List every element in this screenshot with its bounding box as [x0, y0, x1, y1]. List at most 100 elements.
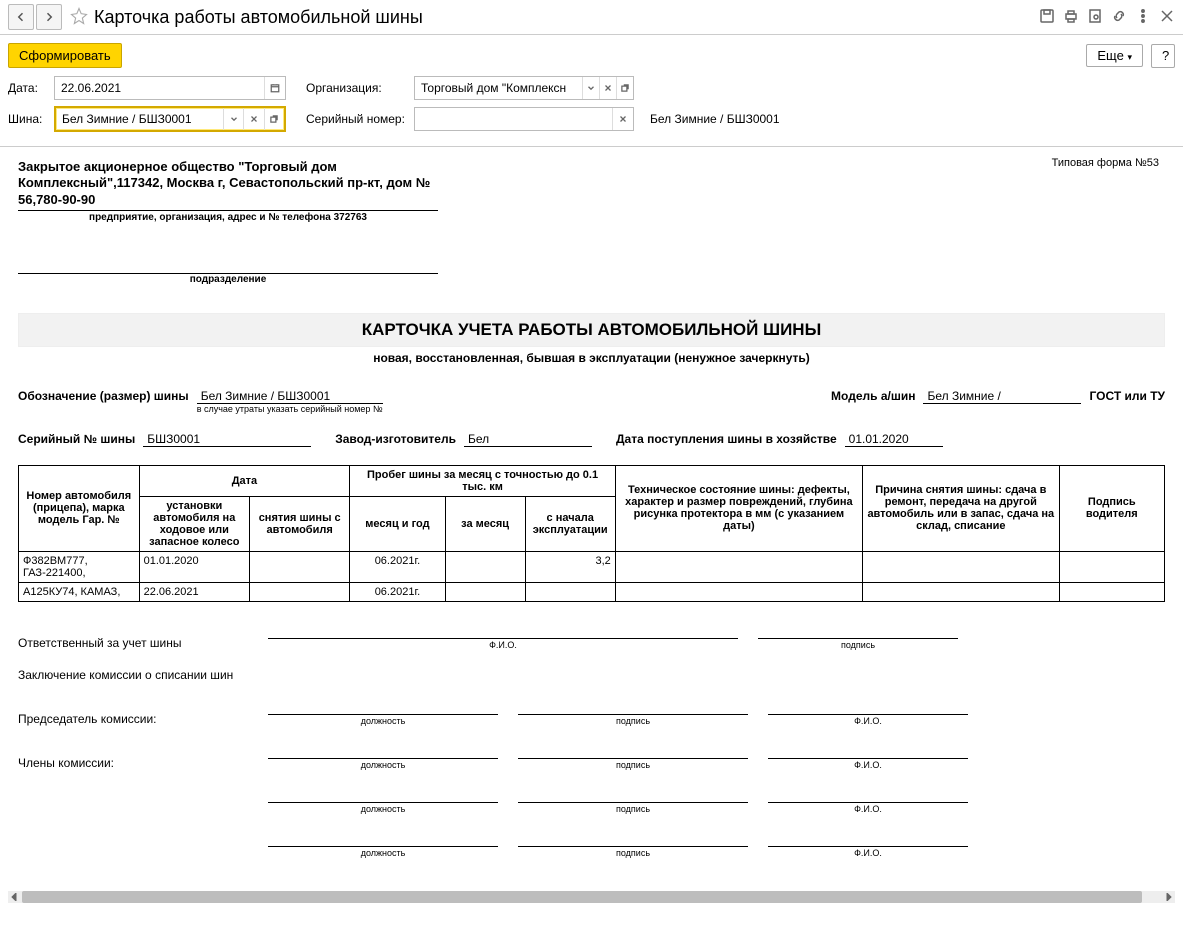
- nav-back-button[interactable]: [8, 4, 34, 30]
- sig-line: [758, 624, 958, 639]
- date-field[interactable]: [54, 76, 286, 100]
- division-sub: подразделение: [18, 274, 438, 285]
- form-number: Типовая форма №53: [1052, 157, 1159, 169]
- serial-label: Серийный номер:: [306, 112, 406, 126]
- th-reason: Причина снятия шины: сдача в ремонт, пер…: [863, 465, 1060, 551]
- th-sign: Подпись водителя: [1059, 465, 1164, 551]
- chair-label: Председатель комиссии:: [18, 712, 248, 726]
- open-icon[interactable]: [264, 108, 284, 130]
- org-input[interactable]: [415, 77, 582, 99]
- report-area: Типовая форма №53 Закрытое акционерное о…: [0, 146, 1183, 907]
- clear-icon[interactable]: [612, 108, 633, 130]
- table-cell: [525, 582, 615, 601]
- menu-dots-icon[interactable]: [1135, 8, 1151, 27]
- favorite-star-icon[interactable]: [70, 7, 88, 28]
- table-cell: [863, 582, 1060, 601]
- th-remove: снятия шины с автомобиля: [250, 496, 350, 551]
- date-label: Дата:: [8, 81, 46, 95]
- scroll-left-icon[interactable]: [8, 891, 20, 903]
- serial-display: Бел Зимние / БШЗ0001: [650, 112, 780, 126]
- th-run: Пробег шины за месяц с точностью до 0.1 …: [350, 465, 615, 496]
- arrival-label: Дата поступления шины в хозяйстве: [616, 432, 837, 446]
- size-note: в случае утраты указать серийный номер №: [197, 404, 383, 414]
- serial-input[interactable]: [415, 108, 612, 130]
- size-label: Обозначение (размер) шины: [18, 389, 189, 403]
- th-condition: Техническое состояние шины: дефекты, хар…: [615, 465, 862, 551]
- table-cell: 01.01.2020: [139, 551, 249, 582]
- conclusion-label: Заключение комиссии о списании шин: [18, 668, 248, 682]
- table-cell: 3,2: [525, 551, 615, 582]
- scroll-right-icon[interactable]: [1163, 891, 1175, 903]
- sig-line: [518, 700, 748, 715]
- table-row: А125КУ74, КАМАЗ,22.06.2021 06.2021г.: [19, 582, 1165, 601]
- th-install: установки автомобиля на ходовое или запа…: [139, 496, 249, 551]
- calendar-icon[interactable]: [264, 77, 285, 99]
- doc-subtitle: новая, восстановленная, бывшая в эксплуа…: [18, 351, 1165, 365]
- horizontal-scrollbar[interactable]: [8, 891, 1175, 903]
- serialno-value: БШЗ0001: [143, 432, 311, 447]
- resp-label: Ответственный за учет шины: [18, 636, 248, 650]
- sig-line: [768, 700, 968, 715]
- org-field[interactable]: [414, 76, 634, 100]
- print-icon[interactable]: [1063, 8, 1079, 27]
- arrival-value: 01.01.2020: [845, 432, 943, 447]
- open-icon[interactable]: [616, 77, 633, 99]
- scroll-thumb[interactable]: [22, 891, 1142, 903]
- table-cell: [445, 551, 525, 582]
- close-icon[interactable]: [1159, 8, 1175, 27]
- table-cell: 22.06.2021: [139, 582, 249, 601]
- division-line: [18, 259, 438, 274]
- model-label: Модель а/шин: [831, 389, 915, 403]
- date-input[interactable]: [55, 77, 264, 99]
- table-cell: А125КУ74, КАМАЗ,: [19, 582, 140, 601]
- generate-button[interactable]: Сформировать: [8, 43, 122, 68]
- nav-forward-button[interactable]: [36, 4, 62, 30]
- table-cell: [1059, 551, 1164, 582]
- table-cell: [1059, 582, 1164, 601]
- preview-icon[interactable]: [1087, 8, 1103, 27]
- table-cell: Ф382ВМ777, ГАЗ-221400,: [19, 551, 140, 582]
- size-value: Бел Зимние / БШЗ0001: [197, 389, 383, 404]
- tyre-input[interactable]: [56, 108, 223, 130]
- th-permonth: за месяц: [445, 496, 525, 551]
- members-label: Члены комиссии:: [18, 756, 248, 770]
- org-name: Закрытое акционерное общество "Торговый …: [18, 159, 438, 211]
- table-cell: [615, 582, 862, 601]
- save-icon[interactable]: [1039, 8, 1055, 27]
- plant-label: Завод-изготовитель: [335, 432, 456, 446]
- mileage-table: Номер автомобиля (прицепа), марка модель…: [18, 465, 1165, 602]
- org-label: Организация:: [306, 81, 406, 95]
- table-cell: [863, 551, 1060, 582]
- tyre-field[interactable]: [54, 106, 286, 132]
- tyre-label: Шина:: [8, 112, 46, 126]
- sig-line: [268, 624, 738, 639]
- plant-value: Бел: [464, 432, 592, 447]
- titlebar: Карточка работы автомобильной шины: [0, 0, 1183, 35]
- table-cell: 06.2021г.: [350, 582, 445, 601]
- th-date: Дата: [139, 465, 350, 496]
- clear-icon[interactable]: [243, 108, 263, 130]
- th-fromstart: с начала эксплуатации: [525, 496, 615, 551]
- th-vehicle: Номер автомобиля (прицепа), марка модель…: [19, 465, 140, 551]
- table-cell: [250, 582, 350, 601]
- serial-field[interactable]: [414, 107, 634, 131]
- table-cell: [445, 582, 525, 601]
- toolbar: Сформировать Еще ▾ ?: [0, 35, 1183, 76]
- clear-icon[interactable]: [599, 77, 616, 99]
- serialno-label: Серийный № шины: [18, 432, 135, 446]
- table-cell: [250, 551, 350, 582]
- org-name-sub: предприятие, организация, адрес и № теле…: [18, 212, 438, 223]
- doc-title: КАРТОЧКА УЧЕТА РАБОТЫ АВТОМОБИЛЬНОЙ ШИНЫ: [18, 313, 1165, 347]
- gost-label: ГОСТ или ТУ: [1089, 389, 1165, 403]
- window-title: Карточка работы автомобильной шины: [94, 7, 423, 28]
- more-button[interactable]: Еще ▾: [1086, 44, 1143, 67]
- help-button[interactable]: ?: [1151, 44, 1175, 68]
- table-cell: 06.2021г.: [350, 551, 445, 582]
- model-value: Бел Зимние /: [923, 389, 1081, 404]
- dropdown-icon[interactable]: [223, 108, 243, 130]
- link-icon[interactable]: [1111, 8, 1127, 27]
- table-row: Ф382ВМ777, ГАЗ-221400,01.01.2020 06.2021г…: [19, 551, 1165, 582]
- sig-line: [268, 700, 498, 715]
- dropdown-icon[interactable]: [582, 77, 599, 99]
- table-cell: [615, 551, 862, 582]
